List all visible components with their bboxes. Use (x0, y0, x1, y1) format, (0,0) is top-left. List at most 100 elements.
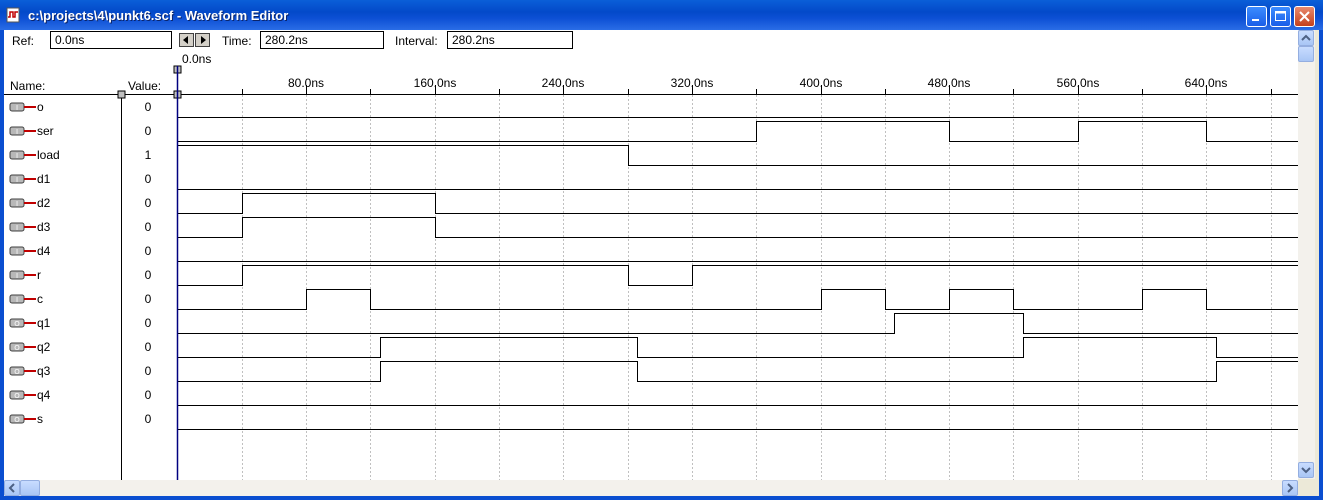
waveform-q2 (177, 337, 1298, 358)
chevron-up-icon (1301, 34, 1311, 41)
svg-text:I: I (16, 152, 18, 160)
output-pin-icon: O (9, 318, 36, 328)
input-pin-icon: I (9, 294, 36, 304)
signal-value: 0 (144, 316, 152, 330)
close-button[interactable] (1294, 6, 1315, 27)
svg-text:I: I (16, 272, 18, 280)
signal-value: 0 (144, 172, 152, 186)
waveform-area[interactable]: Name: Value: 0.0ns 80.0ns 160.0ns 240.0ns 3… (4, 52, 1298, 480)
waveform-load (177, 145, 1298, 166)
arrow-left-icon (183, 36, 188, 44)
signal-value: 0 (144, 292, 152, 306)
signal-value: 1 (144, 148, 152, 162)
output-pin-icon: O (9, 342, 36, 352)
signal-name[interactable]: o (37, 100, 44, 114)
close-icon (1299, 11, 1310, 22)
arrow-right-icon (201, 36, 206, 44)
input-pin-icon: I (9, 150, 36, 160)
signal-name[interactable]: q2 (37, 340, 50, 354)
signal-name[interactable]: d2 (37, 196, 50, 210)
signal-value: 0 (144, 100, 152, 114)
maximize-icon (1275, 11, 1286, 21)
waveform-c (177, 289, 1298, 310)
scroll-right-button[interactable] (1282, 480, 1298, 496)
signal-value: 0 (144, 244, 152, 258)
svg-text:O: O (14, 344, 20, 352)
waveform-d2 (177, 193, 1298, 214)
waveform-q1 (177, 313, 1298, 334)
svg-text:I: I (16, 176, 18, 184)
scrollbar-corner (1298, 480, 1315, 496)
scroll-up-button[interactable] (1298, 30, 1314, 46)
window-title: c:\projects\4\punkt6.scf - Waveform Edit… (28, 8, 289, 23)
vertical-scrollbar[interactable] (1298, 30, 1315, 479)
signal-name[interactable]: q1 (37, 316, 50, 330)
svg-text:I: I (16, 224, 18, 232)
title-bar: c:\projects\4\punkt6.scf - Waveform Edit… (0, 0, 1323, 30)
maximize-button[interactable] (1270, 6, 1291, 27)
input-pin-icon: I (9, 270, 36, 280)
input-pin-icon: I (9, 222, 36, 232)
input-pin-icon: I (9, 102, 36, 112)
horizontal-scroll-thumb[interactable] (20, 480, 40, 496)
output-pin-icon: O (9, 366, 36, 376)
input-pin-icon: I (9, 246, 36, 256)
output-pin-icon: O (9, 390, 36, 400)
signal-name[interactable]: s (37, 412, 43, 426)
signal-value: 0 (144, 196, 152, 210)
waveform-q3 (177, 361, 1298, 382)
chevron-left-icon (8, 483, 15, 493)
signal-value: 0 (144, 364, 152, 378)
svg-text:O: O (14, 320, 20, 328)
signal-name[interactable]: c (37, 292, 43, 306)
chevron-down-icon (1301, 467, 1311, 474)
signal-value: 0 (144, 268, 152, 282)
svg-text:O: O (14, 416, 20, 424)
signal-value: 0 (144, 412, 152, 426)
signal-name[interactable]: load (37, 148, 60, 162)
svg-text:O: O (14, 368, 20, 376)
signal-name[interactable]: ser (37, 124, 54, 138)
time-field[interactable]: 280.2ns (260, 31, 384, 49)
ref-field[interactable]: 0.0ns (50, 31, 172, 49)
signal-value: 0 (144, 388, 152, 402)
scroll-down-button[interactable] (1298, 462, 1314, 478)
output-pin-icon: O (9, 414, 36, 424)
input-pin-icon: I (9, 198, 36, 208)
signal-name[interactable]: q3 (37, 364, 50, 378)
signal-name[interactable]: d3 (37, 220, 50, 234)
interval-field[interactable]: 280.2ns (447, 31, 573, 49)
signal-name[interactable]: d4 (37, 244, 50, 258)
signal-value: 0 (144, 220, 152, 234)
signal-value: 0 (144, 124, 152, 138)
svg-text:I: I (16, 128, 18, 136)
input-pin-icon: I (9, 174, 36, 184)
chevron-right-icon (1287, 483, 1294, 493)
waveform-ser (177, 121, 1298, 142)
time-toolbar: Ref: 0.0ns Time: 280.2ns Interval: 280.2… (4, 30, 1301, 52)
waveform-canvas[interactable] (4, 52, 1298, 480)
scroll-left-button[interactable] (4, 480, 20, 496)
time-label: Time: (222, 34, 252, 48)
svg-text:I: I (16, 104, 18, 112)
minimize-icon (1252, 19, 1259, 21)
ref-left-button[interactable] (179, 33, 194, 47)
waveform-r (177, 265, 1298, 286)
ref-label: Ref: (12, 34, 35, 48)
svg-text:I: I (16, 296, 18, 304)
svg-text:I: I (16, 248, 18, 256)
waveform-doc-icon (6, 7, 20, 23)
ref-right-button[interactable] (195, 33, 210, 47)
svg-text:I: I (16, 200, 18, 208)
signal-name[interactable]: q4 (37, 388, 50, 402)
horizontal-scrollbar[interactable] (4, 480, 1298, 496)
vertical-scroll-thumb[interactable] (1298, 46, 1314, 62)
waveform-d3 (177, 217, 1298, 238)
signal-value: 0 (144, 340, 152, 354)
input-pin-icon: I (9, 126, 36, 136)
minimize-button[interactable] (1246, 6, 1267, 27)
signal-name[interactable]: r (37, 268, 41, 282)
signal-name[interactable]: d1 (37, 172, 50, 186)
interval-label: Interval: (395, 34, 438, 48)
name-column-handle (117, 90, 126, 99)
